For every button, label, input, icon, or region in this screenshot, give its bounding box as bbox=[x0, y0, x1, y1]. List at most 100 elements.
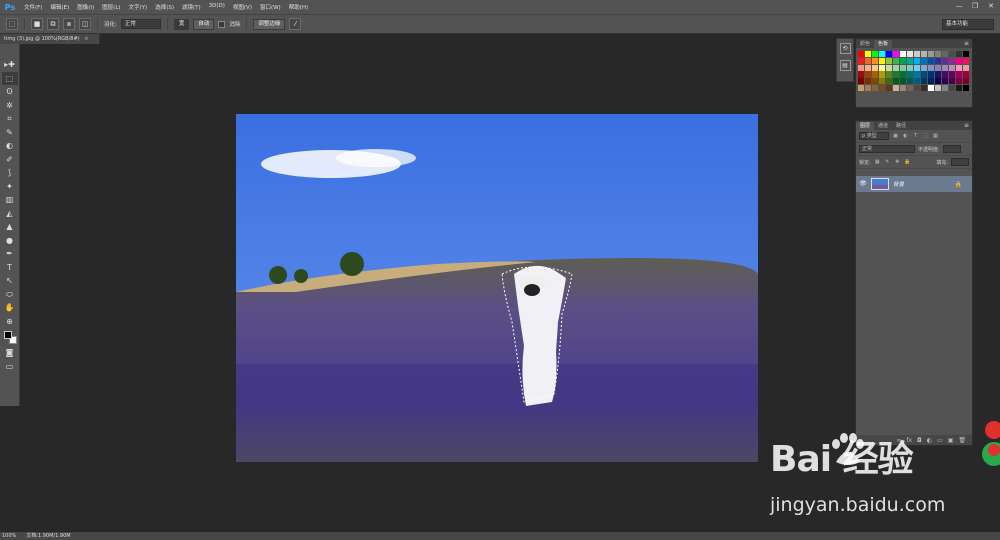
color-swatch[interactable] bbox=[858, 64, 865, 71]
lock-pixels-icon[interactable]: ✎ bbox=[884, 159, 891, 166]
marquee-tool-preset-icon[interactable]: ⬚ bbox=[6, 18, 18, 30]
color-swatch[interactable] bbox=[864, 84, 872, 92]
subtract-selection-icon[interactable]: ⧈ bbox=[63, 18, 75, 30]
color-swatch[interactable] bbox=[941, 57, 949, 64]
color-swatch[interactable] bbox=[899, 78, 907, 85]
tool-icon[interactable]: ▸✚ bbox=[2, 58, 18, 72]
color-swatch[interactable] bbox=[885, 57, 893, 64]
layer-filter-select[interactable]: ρ 类型 bbox=[859, 132, 889, 140]
menu-item[interactable]: 文件(F) bbox=[20, 3, 46, 11]
color-swatch[interactable] bbox=[913, 51, 921, 58]
fill-field[interactable] bbox=[951, 158, 969, 166]
color-swatch[interactable] bbox=[906, 51, 914, 58]
color-swatch[interactable] bbox=[920, 64, 928, 71]
color-swatch[interactable] bbox=[892, 71, 900, 78]
tool-icon[interactable]: ↖ bbox=[2, 274, 18, 288]
color-swatch[interactable] bbox=[906, 84, 914, 92]
minimize-button[interactable]: — bbox=[954, 2, 964, 11]
tool-icon[interactable]: ● bbox=[2, 234, 18, 248]
tool-icon[interactable]: ✲ bbox=[2, 99, 18, 113]
properties-icon[interactable]: ▤ bbox=[839, 60, 851, 71]
color-swatch[interactable] bbox=[871, 64, 879, 71]
menu-item[interactable]: 3D(D) bbox=[205, 3, 229, 11]
refine-edge-button[interactable]: 调整边缘 bbox=[253, 18, 286, 30]
close-tab-icon[interactable]: × bbox=[84, 36, 88, 42]
tool-icon[interactable]: ▲ bbox=[2, 220, 18, 234]
color-swatch[interactable] bbox=[962, 57, 970, 64]
color-swatch[interactable] bbox=[864, 51, 872, 58]
add-selection-icon[interactable]: ⧉ bbox=[47, 18, 59, 30]
menu-item[interactable]: 图层(L) bbox=[98, 3, 124, 11]
restore-button[interactable]: ❐ bbox=[970, 2, 980, 11]
color-swatch[interactable] bbox=[955, 78, 963, 85]
color-swatch[interactable] bbox=[927, 51, 935, 58]
color-swatch[interactable] bbox=[962, 64, 970, 71]
close-button[interactable]: ✕ bbox=[986, 2, 996, 11]
color-swatch[interactable] bbox=[864, 64, 872, 71]
color-swatch[interactable] bbox=[962, 78, 970, 85]
color-swatch[interactable] bbox=[920, 71, 928, 78]
color-swatch[interactable] bbox=[934, 84, 942, 92]
color-swatch[interactable] bbox=[878, 64, 886, 71]
feather-select[interactable]: 正常 bbox=[120, 19, 161, 29]
color-swatch[interactable] bbox=[899, 51, 907, 58]
color-swatch[interactable] bbox=[920, 51, 928, 58]
color-swatch[interactable] bbox=[906, 64, 914, 71]
tool-icon[interactable]: ⬭ bbox=[2, 288, 18, 302]
color-swatch[interactable] bbox=[941, 84, 949, 92]
zoom-level[interactable]: 100% bbox=[2, 532, 16, 540]
color-swatch[interactable] bbox=[941, 51, 949, 58]
color-swatch[interactable] bbox=[927, 64, 935, 71]
color-swatch[interactable] bbox=[858, 78, 865, 85]
document-tab[interactable]: timg (3).jpg @ 100%(RGB/8#) × bbox=[0, 34, 100, 44]
color-swatch[interactable] bbox=[858, 71, 865, 78]
color-swatch[interactable] bbox=[892, 64, 900, 71]
color-swatch[interactable] bbox=[955, 57, 963, 64]
tool-icon[interactable]: ⊕ bbox=[2, 315, 18, 329]
color-swatch[interactable] bbox=[906, 57, 914, 64]
color-swatch[interactable] bbox=[927, 78, 935, 85]
menu-item[interactable]: 滤镜(T) bbox=[178, 3, 205, 11]
tool-icon[interactable]: ◐ bbox=[2, 139, 18, 153]
menu-item[interactable]: 帮助(H) bbox=[285, 3, 312, 11]
color-swatch[interactable] bbox=[934, 71, 942, 78]
foreground-color[interactable] bbox=[3, 331, 12, 339]
intersect-selection-icon[interactable]: ◫ bbox=[79, 18, 91, 30]
filter-smart-icon[interactable]: ▦ bbox=[932, 133, 939, 140]
filter-pixel-icon[interactable]: ▣ bbox=[892, 133, 899, 140]
color-swatch[interactable] bbox=[858, 57, 865, 64]
history-icon[interactable]: ⟲ bbox=[839, 43, 851, 54]
menu-item[interactable]: 文字(Y) bbox=[125, 3, 152, 11]
color-swatch[interactable] bbox=[858, 51, 865, 58]
color-swatch[interactable] bbox=[962, 51, 970, 58]
blend-mode-select[interactable]: 正常 bbox=[859, 145, 915, 153]
quick-mask-icon[interactable]: ◙ bbox=[2, 346, 18, 360]
color-swatch[interactable] bbox=[899, 71, 907, 78]
color-swatch[interactable] bbox=[913, 64, 921, 71]
panel-tab[interactable]: 色板 bbox=[874, 40, 893, 48]
lock-position-icon[interactable]: ✥ bbox=[894, 159, 901, 166]
color-swatch[interactable] bbox=[948, 71, 956, 78]
color-swatch[interactable] bbox=[878, 78, 886, 85]
color-swatch[interactable] bbox=[941, 78, 949, 85]
color-swatch[interactable] bbox=[871, 84, 879, 92]
tool-icon[interactable]: ✋ bbox=[2, 301, 18, 315]
auto-button[interactable]: 自动 bbox=[193, 18, 215, 30]
color-swatch[interactable] bbox=[892, 78, 900, 85]
color-swatch[interactable] bbox=[892, 84, 900, 92]
color-swatch[interactable] bbox=[962, 71, 970, 78]
color-swatch[interactable] bbox=[920, 84, 928, 92]
color-swatch[interactable] bbox=[955, 84, 963, 92]
color-swatch[interactable] bbox=[899, 57, 907, 64]
tool-icon[interactable]: ⌗ bbox=[2, 112, 18, 126]
color-swatch[interactable] bbox=[948, 78, 956, 85]
color-swatch[interactable] bbox=[927, 71, 935, 78]
width-button[interactable]: 宽 bbox=[173, 18, 190, 30]
tool-icon[interactable]: T bbox=[2, 261, 18, 275]
color-swatch[interactable] bbox=[906, 78, 914, 85]
color-swatch[interactable] bbox=[941, 64, 949, 71]
tool-icon[interactable]: ✦ bbox=[2, 180, 18, 194]
tool-icon[interactable]: ⬚ bbox=[1, 71, 18, 85]
color-swatch[interactable] bbox=[878, 57, 886, 64]
color-swatch[interactable] bbox=[899, 84, 907, 92]
